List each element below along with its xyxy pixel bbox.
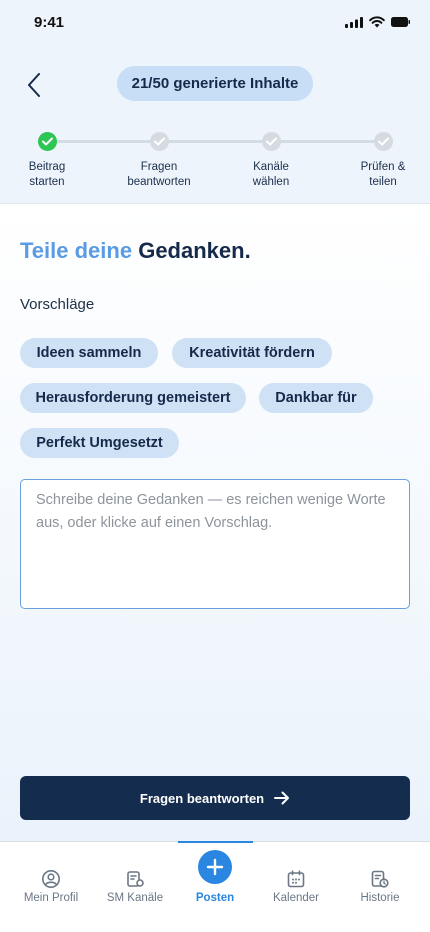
step-2-check-icon [150, 132, 169, 151]
step-4-line1: Prüfen & [360, 161, 406, 173]
tab-label-sm-kanaele: SM Kanäle [106, 892, 164, 904]
arrow-right-icon [274, 791, 290, 805]
thoughts-input[interactable]: Schreibe deine Gedanken — es reichen wen… [20, 479, 410, 609]
calendar-icon [287, 870, 305, 888]
step-label-beitrag-starten: Beitrag starten [2, 160, 92, 190]
step-1-line1: Beitrag [28, 161, 66, 173]
back-button[interactable] [20, 70, 48, 100]
active-tab-indicator [178, 841, 253, 843]
status-icons [345, 16, 410, 28]
tab-historie[interactable]: Historie [337, 842, 423, 932]
tab-sm-kanaele[interactable]: SM Kanäle [92, 842, 178, 932]
tab-kalender[interactable]: Kalender [253, 842, 339, 932]
suggestion-chip-kreativitaet-foerdern[interactable]: Kreativität fördern [172, 338, 332, 368]
stepper-track [47, 140, 383, 143]
step-label-fragen-beantworten: Fragen beantworten [114, 160, 204, 190]
step-label-kanaele-waehlen: Kanäle wählen [226, 160, 316, 190]
signal-icon [345, 16, 363, 28]
battery-icon [391, 17, 410, 27]
page-title-accent: Teile deine [20, 238, 133, 263]
step-3-line2: wählen [252, 176, 290, 188]
page-title: Teile deine Gedanken. [20, 238, 251, 264]
new-post-button[interactable] [198, 850, 232, 884]
plus-icon [206, 858, 224, 876]
suggestion-chip-perfekt-umgesetzt[interactable]: Perfekt Umgesetzt [20, 428, 179, 458]
channels-icon [127, 871, 144, 887]
answer-questions-label: Fragen beantworten [139, 790, 265, 806]
step-3-line1: Kanäle [253, 161, 289, 173]
step-3-check-icon [262, 132, 281, 151]
tab-label-kalender: Kalender [272, 892, 320, 904]
suggestion-chip-ideen-sammeln[interactable]: Ideen sammeln [20, 338, 158, 368]
step-2-line1: Fragen [140, 161, 178, 173]
suggestion-chip-dankbar-fuer[interactable]: Dankbar für [259, 383, 373, 413]
suggestions-title: Vorschläge [20, 296, 95, 313]
profile-icon [42, 870, 60, 888]
step-1-done-icon [38, 132, 57, 151]
page-title-rest: Gedanken. [138, 238, 251, 263]
answer-questions-button[interactable]: Fragen beantworten [20, 776, 410, 820]
header-divider [0, 203, 430, 204]
status-time: 9:41 [34, 14, 65, 31]
step-label-pruefen-teilen: Prüfen & teilen [338, 160, 428, 190]
step-1-line2: starten [29, 176, 65, 188]
chevron-left-icon [28, 73, 40, 97]
step-4-check-icon [374, 132, 393, 151]
generated-content-counter: 21/50 generierte Inhalte [117, 66, 313, 101]
wifi-icon [369, 16, 385, 28]
step-4-line2: teilen [369, 176, 397, 188]
tab-label-posten: Posten [195, 892, 235, 904]
step-2-line2: beantworten [127, 176, 191, 188]
tab-mein-profil[interactable]: Mein Profil [8, 842, 94, 932]
tab-label-mein-profil: Mein Profil [23, 892, 79, 904]
tab-label-historie: Historie [360, 892, 400, 904]
suggestion-chip-herausforderung-gemeistert[interactable]: Herausforderung gemeistert [20, 383, 246, 413]
history-icon [371, 870, 389, 888]
